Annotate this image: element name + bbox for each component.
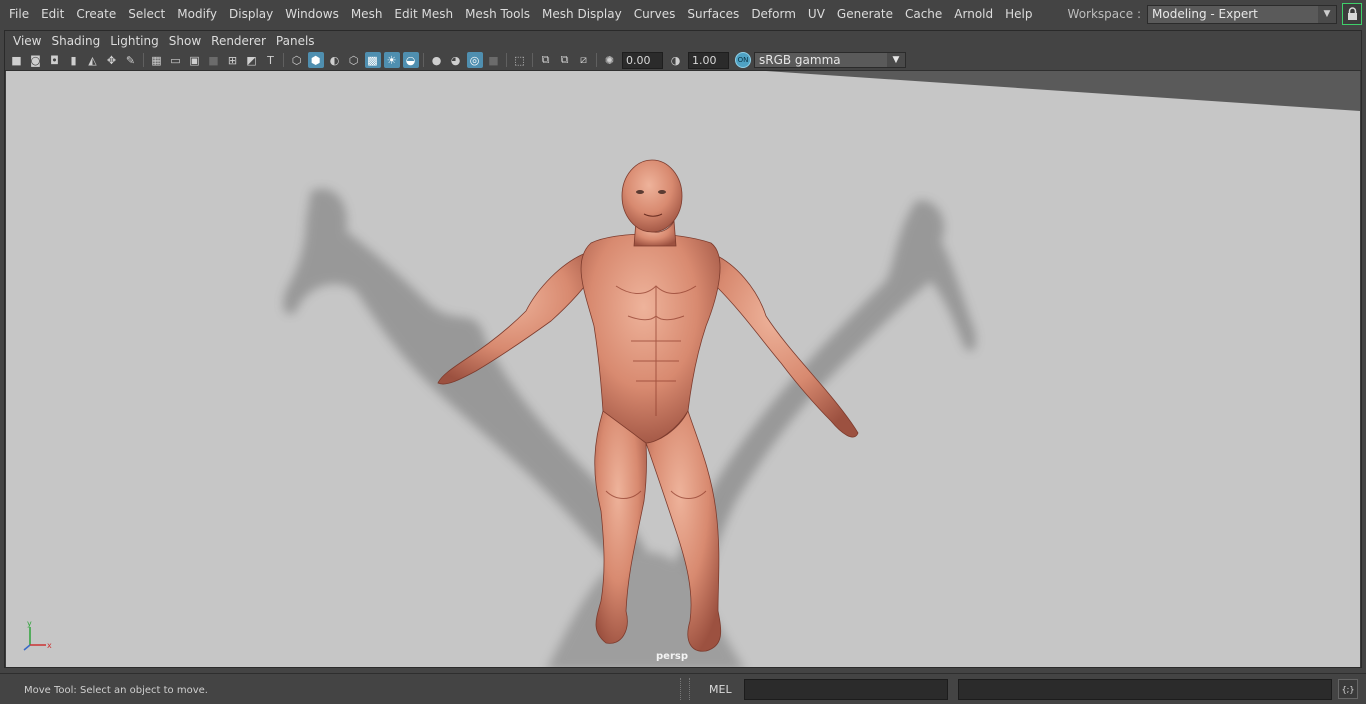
menu-cache[interactable]: Cache	[899, 4, 948, 24]
panel-menu-view[interactable]: View	[8, 34, 46, 48]
panel-toolbar: ■ ◙ ◘ ▮ ◭ ✥ ✎ ▦ ▭ ▣ ■ ⊞ ◩ T ⬡ ⬢ ◐ ⬡ ▩ ☀ …	[5, 50, 1361, 71]
wireframe-on-shaded-icon[interactable]: ⬡	[346, 52, 362, 68]
main-menu: File Edit Create Select Modify Display W…	[0, 4, 1039, 24]
ground-horizon	[766, 71, 1360, 111]
menu-curves[interactable]: Curves	[628, 4, 682, 24]
wireframe-icon[interactable]: ⬡	[289, 52, 305, 68]
help-line-bar: Move Tool: Select an object to move. MEL…	[0, 673, 1366, 704]
view-transform-value: sRGB gamma	[759, 53, 841, 67]
menu-modify[interactable]: Modify	[171, 4, 223, 24]
resolution-gate-icon[interactable]: ▣	[187, 52, 203, 68]
motion-blur-icon[interactable]: ◕	[448, 52, 464, 68]
camera-name-label: persp	[656, 651, 688, 662]
isolate-select-icon[interactable]: ⬚	[512, 52, 528, 68]
view-transform-dropdown[interactable]: sRGB gamma ▼	[754, 52, 906, 68]
color-management-icon[interactable]: ON	[735, 52, 751, 68]
menu-mesh-tools[interactable]: Mesh Tools	[459, 4, 536, 24]
axis-x-label: x	[47, 641, 52, 650]
menu-mesh-display[interactable]: Mesh Display	[536, 4, 628, 24]
view-axis-indicator: y x	[20, 619, 56, 656]
frame-selection-icon[interactable]: ⧄	[576, 52, 592, 68]
camera-lock-icon[interactable]: ◘	[47, 52, 63, 68]
gate-mask-icon[interactable]: ■	[206, 52, 222, 68]
workspace-label: Workspace :	[1067, 7, 1141, 21]
workspace-dropdown[interactable]: Modeling - Expert ▼	[1147, 4, 1337, 24]
toolbar-separator	[423, 53, 424, 67]
menu-arnold[interactable]: Arnold	[948, 4, 999, 24]
toolbar-separator	[506, 53, 507, 67]
help-line-message: Move Tool: Select an object to move.	[24, 685, 208, 696]
camera-icon[interactable]: ■	[9, 52, 25, 68]
model-panel: View Shading Lighting Show Renderer Pane…	[4, 30, 1362, 668]
chevron-down-icon: ▼	[887, 53, 905, 67]
toolbar-separator	[596, 53, 597, 67]
panel-menu-renderer[interactable]: Renderer	[206, 34, 271, 48]
chevron-down-icon: ▼	[1318, 5, 1336, 23]
depth-of-field-icon[interactable]: ■	[486, 52, 502, 68]
panel-menu-shading[interactable]: Shading	[46, 34, 105, 48]
persp-viewport[interactable]: y x persp	[6, 71, 1360, 667]
menu-surfaces[interactable]: Surfaces	[681, 4, 745, 24]
command-line-input[interactable]	[744, 679, 948, 700]
xray-components-icon[interactable]: ⧉	[557, 52, 573, 68]
exposure-icon[interactable]: ✺	[602, 52, 618, 68]
xray-icon[interactable]: ▩	[364, 52, 381, 68]
field-chart-icon[interactable]: ⊞	[225, 52, 241, 68]
menu-display[interactable]: Display	[223, 4, 279, 24]
gamma-icon[interactable]: ◑	[668, 52, 684, 68]
shadows-icon[interactable]: ◒	[402, 52, 419, 68]
camera-attributes-icon[interactable]: ◙	[28, 52, 44, 68]
xray-joints-icon[interactable]: ⧉	[538, 52, 554, 68]
axis-y-label: y	[27, 619, 32, 628]
menu-help[interactable]: Help	[999, 4, 1038, 24]
safe-action-icon[interactable]: ◩	[244, 52, 260, 68]
menu-uv[interactable]: UV	[802, 4, 831, 24]
toolbar-separator	[283, 53, 284, 67]
command-line-result	[958, 679, 1332, 700]
toolbar-separator	[143, 53, 144, 67]
menu-windows[interactable]: Windows	[279, 4, 345, 24]
bookmark-icon[interactable]: ▮	[66, 52, 82, 68]
anti-aliasing-icon[interactable]: ◎	[466, 52, 483, 68]
menu-generate[interactable]: Generate	[831, 4, 899, 24]
toolbar-separator	[532, 53, 533, 67]
two-d-pan-icon[interactable]: ✥	[104, 52, 120, 68]
default-material-icon[interactable]: ◐	[327, 52, 343, 68]
grease-pencil-icon[interactable]: ✎	[123, 52, 139, 68]
main-menu-bar: File Edit Create Select Modify Display W…	[0, 0, 1366, 28]
menu-create[interactable]: Create	[70, 4, 122, 24]
smooth-shade-icon[interactable]: ⬢	[307, 52, 324, 68]
menu-select[interactable]: Select	[122, 4, 171, 24]
panel-menu-lighting[interactable]: Lighting	[105, 34, 164, 48]
menu-edit[interactable]: Edit	[35, 4, 70, 24]
menu-file[interactable]: File	[3, 4, 35, 24]
gamma-field[interactable]: 1.00	[688, 51, 729, 69]
workspace-value: Modeling - Expert	[1152, 7, 1258, 21]
workspace-selector: Workspace : Modeling - Expert ▼	[1068, 0, 1366, 28]
command-language-toggle[interactable]: MEL	[709, 683, 732, 696]
panel-menu-bar: View Shading Lighting Show Renderer Pane…	[5, 31, 1361, 50]
exposure-field[interactable]: 0.00	[622, 51, 663, 69]
script-editor-icon[interactable]: {;}	[1338, 679, 1358, 699]
viewport-scene	[283, 71, 1360, 667]
menu-deform[interactable]: Deform	[745, 4, 802, 24]
panel-menu-show[interactable]: Show	[164, 34, 206, 48]
use-all-lights-icon[interactable]: ☀	[383, 52, 400, 68]
menu-mesh[interactable]: Mesh	[345, 4, 389, 24]
image-plane-icon[interactable]: ◭	[85, 52, 101, 68]
menu-edit-mesh[interactable]: Edit Mesh	[388, 4, 459, 24]
safe-title-icon[interactable]: T	[263, 52, 279, 68]
lock-icon[interactable]	[1342, 3, 1362, 25]
film-gate-icon[interactable]: ▭	[168, 52, 184, 68]
panel-menu-panels[interactable]: Panels	[271, 34, 320, 48]
screen-space-ao-icon[interactable]: ●	[429, 52, 445, 68]
grid-icon[interactable]: ▦	[149, 52, 165, 68]
drag-handle[interactable]	[680, 678, 690, 700]
